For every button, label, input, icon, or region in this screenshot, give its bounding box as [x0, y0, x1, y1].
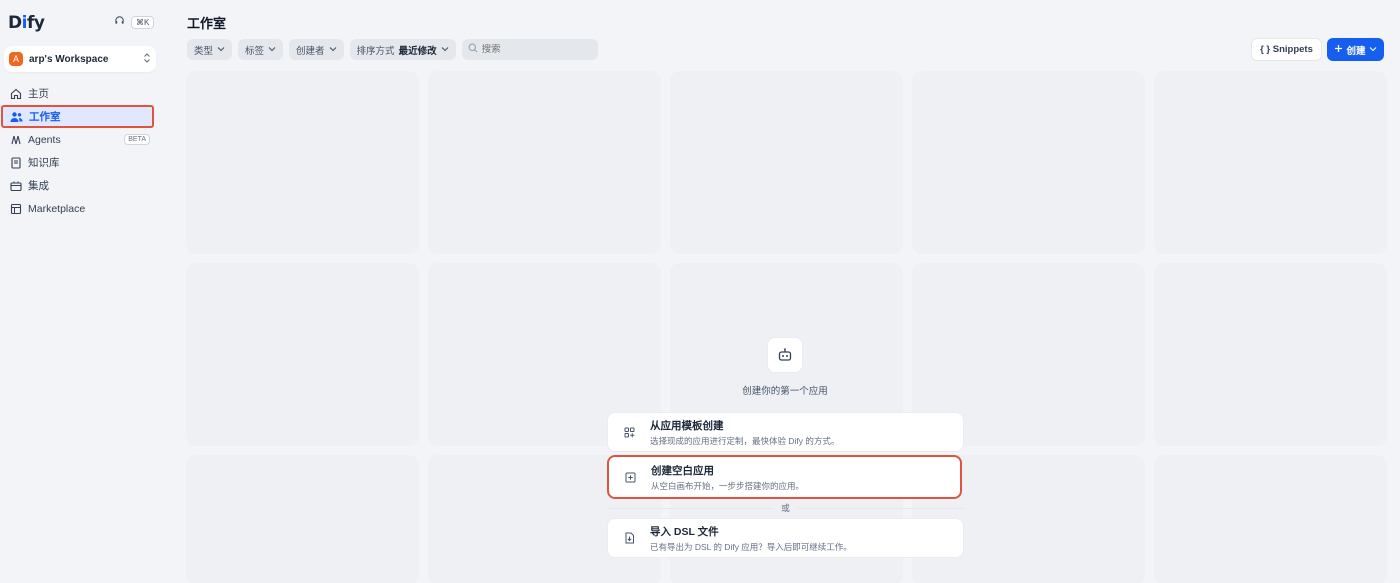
search-input[interactable]: [481, 44, 582, 55]
workspace-avatar: A: [9, 52, 23, 66]
option-description: 已有导出为 DSL 的 Dify 应用？导入后即可继续工作。: [650, 541, 852, 552]
sidebar-nav: 主页 工作室 Agents BETA 知识库 集成 Marketplace: [0, 82, 160, 220]
tags-filter[interactable]: 标签: [238, 39, 284, 60]
sidebar-item-label: 工作室: [29, 111, 61, 123]
sidebar-item-label: 主页: [28, 88, 49, 100]
sidebar-item-integration[interactable]: 集成: [0, 174, 160, 197]
search-icon: [468, 43, 478, 56]
sidebar-item-studio[interactable]: 工作室: [1, 105, 154, 128]
create-blank-app-option[interactable]: 创建空白应用 从空白画布开始，一步步搭建你的应用。: [607, 455, 962, 499]
sidebar: Dify ⌘K A arp's Workspace 主页 工作室 Agents …: [0, 0, 170, 583]
main-content: 工作室 类型 标签 创建者 排序方式 最近修改 { } Snippets 创建: [178, 0, 1400, 583]
card-placeholder: [1154, 263, 1387, 446]
filter-bar: 类型 标签 创建者 排序方式 最近修改: [187, 39, 598, 60]
search-box[interactable]: [461, 39, 598, 60]
card-placeholder: [186, 71, 419, 254]
home-icon: [9, 87, 22, 100]
option-title: 导入 DSL 文件: [650, 525, 719, 538]
sidebar-item-home[interactable]: 主页: [0, 82, 160, 105]
card-placeholder: [912, 71, 1145, 254]
chevron-down-icon: [329, 44, 337, 55]
plus-icon: [1334, 44, 1343, 56]
create-from-template-option[interactable]: 从应用模板创建 选择现成的应用进行定制，最快体验 Dify 的方式。: [607, 412, 964, 452]
card-placeholder: [186, 455, 419, 583]
file-import-icon: [622, 531, 636, 545]
sort-dropdown[interactable]: 排序方式 最近修改: [349, 39, 456, 60]
template-grid-icon: [622, 425, 636, 439]
creator-filter[interactable]: 创建者: [289, 39, 344, 60]
app-card-placeholder-grid: [186, 71, 1387, 583]
page-title: 工作室: [187, 16, 227, 31]
chevron-down-icon: [217, 44, 225, 55]
card-placeholder: [1154, 455, 1387, 583]
workspace-name: arp's Workspace: [29, 53, 109, 65]
create-button[interactable]: 创建: [1327, 38, 1384, 61]
card-placeholder: [186, 263, 419, 446]
sidebar-item-label: Marketplace: [28, 202, 86, 215]
robot-icon: [767, 337, 803, 373]
headset-icon[interactable]: [114, 15, 125, 29]
option-description: 选择现成的应用进行定制，最快体验 Dify 的方式。: [650, 435, 840, 446]
top-icons: ⌘K: [114, 15, 155, 29]
sidebar-item-label: Agents: [28, 133, 61, 146]
integration-icon: [9, 179, 22, 192]
sidebar-item-knowledge[interactable]: 知识库: [0, 151, 160, 174]
sidebar-item-marketplace[interactable]: Marketplace: [0, 197, 160, 220]
option-title: 从应用模板创建: [650, 419, 724, 432]
chevron-up-down-icon: [143, 53, 151, 65]
sidebar-item-agents[interactable]: Agents BETA: [0, 128, 160, 151]
import-dsl-option[interactable]: 导入 DSL 文件 已有导出为 DSL 的 Dify 应用？导入后即可继续工作。: [607, 518, 964, 558]
type-filter[interactable]: 类型: [187, 39, 233, 60]
chevron-down-icon: [268, 44, 276, 55]
studio-icon: [10, 110, 23, 123]
option-description: 从空白画布开始，一步步搭建你的应用。: [651, 480, 805, 491]
chevron-down-icon: [1369, 44, 1377, 55]
card-placeholder: [670, 71, 903, 254]
chevron-down-icon: [441, 44, 449, 55]
beta-badge: BETA: [124, 134, 150, 145]
card-placeholder: [1154, 71, 1387, 254]
search-shortcut[interactable]: ⌘K: [131, 15, 155, 29]
sidebar-item-label: 集成: [28, 180, 49, 192]
snippets-button[interactable]: { } Snippets: [1251, 38, 1322, 61]
workspace-selector[interactable]: A arp's Workspace: [4, 46, 156, 72]
marketplace-icon: [9, 202, 22, 215]
add-square-icon: [623, 470, 637, 484]
card-placeholder: [428, 71, 661, 254]
knowledge-icon: [9, 156, 22, 169]
sidebar-item-label: 知识库: [28, 157, 60, 169]
dify-logo[interactable]: Dify: [8, 13, 45, 33]
option-title: 创建空白应用: [651, 464, 714, 477]
agents-icon: [9, 133, 22, 146]
